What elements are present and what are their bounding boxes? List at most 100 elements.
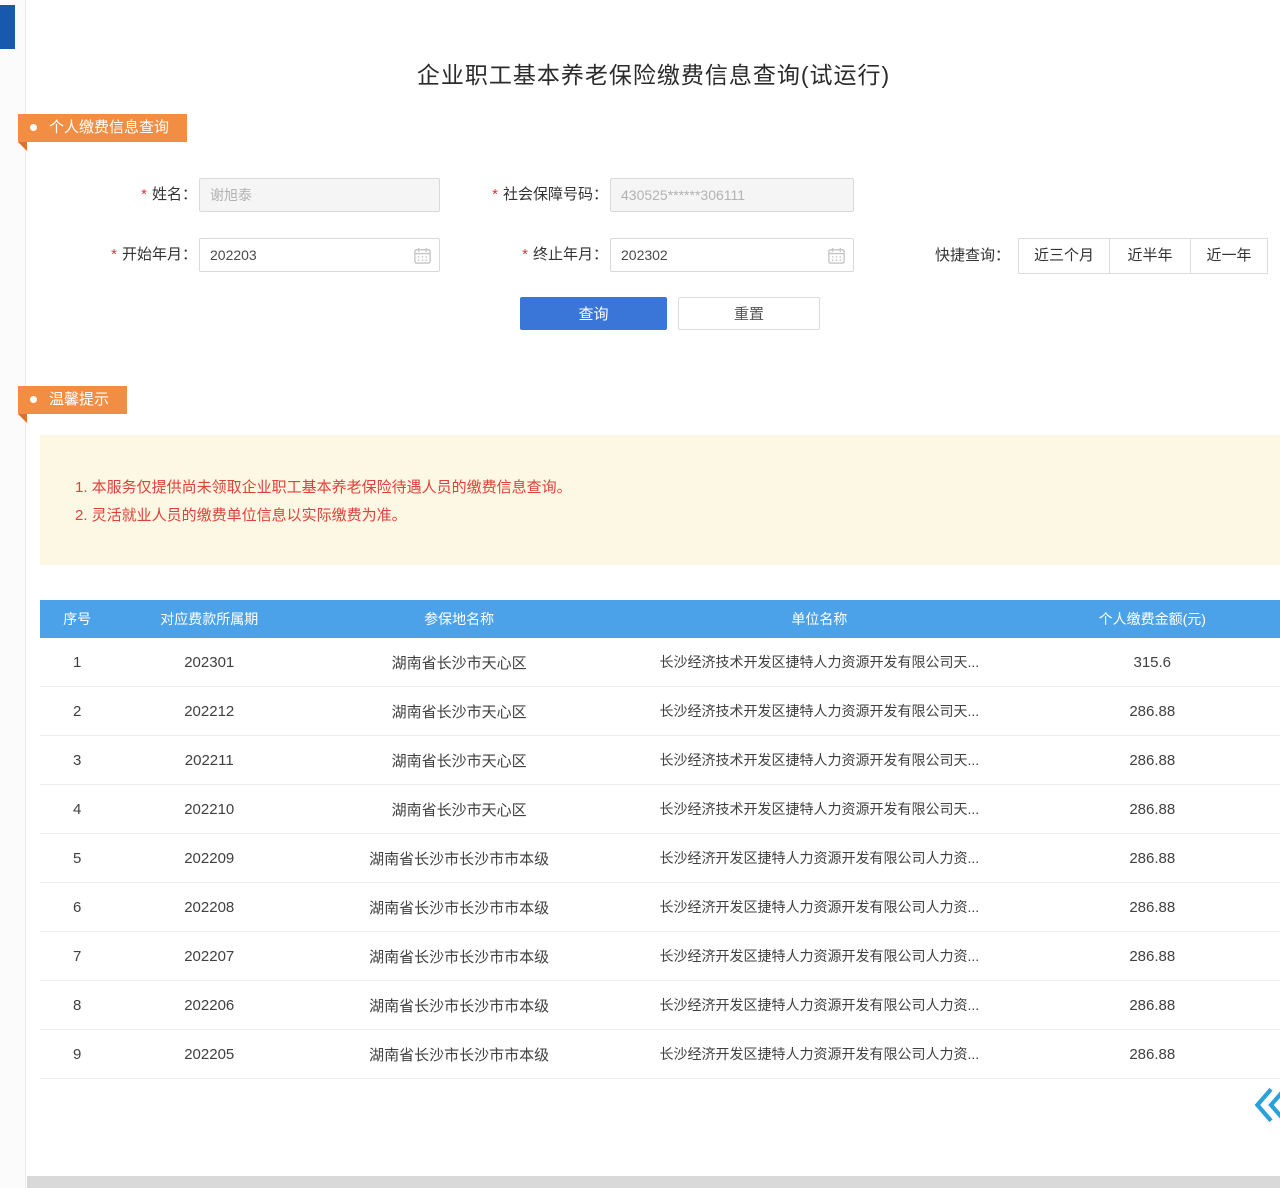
table-row: 4202210湖南省长沙市天心区长沙经济技术开发区捷特人力资源开发有限公司天..…	[40, 785, 1280, 834]
calendar-icon[interactable]	[413, 246, 432, 265]
start-month-value: 202203	[210, 247, 257, 263]
name-label: * 姓名：	[60, 178, 197, 212]
table-cell: 286.88	[1025, 899, 1280, 916]
table-row: 2202212湖南省长沙市天心区长沙经济技术开发区捷特人力资源开发有限公司天..…	[40, 687, 1280, 736]
table-row: 9202205湖南省长沙市长沙市市本级长沙经济开发区捷特人力资源开发有限公司人力…	[40, 1030, 1280, 1079]
table-cell: 湖南省长沙市长沙市市本级	[304, 1044, 614, 1065]
notice-line-1: 1. 本服务仅提供尚未领取企业职工基本养老保险待遇人员的缴费信息查询。	[75, 475, 1260, 500]
quick-range-button-3months[interactable]: 近三个月	[1018, 238, 1110, 274]
table-row: 7202207湖南省长沙市长沙市市本级长沙经济开发区捷特人力资源开发有限公司人力…	[40, 932, 1280, 981]
table-row: 5202209湖南省长沙市长沙市市本级长沙经济开发区捷特人力资源开发有限公司人力…	[40, 834, 1280, 883]
table-row: 3202211湖南省长沙市天心区长沙经济技术开发区捷特人力资源开发有限公司天..…	[40, 736, 1280, 785]
end-month-value: 202302	[621, 247, 668, 263]
table-cell: 286.88	[1025, 997, 1280, 1014]
table-cell: 4	[40, 801, 114, 818]
required-asterisk: *	[111, 246, 117, 263]
table-cell: 202206	[114, 997, 304, 1014]
quick-query-label: 快捷查询：	[928, 238, 1010, 274]
query-button[interactable]: 查询	[520, 297, 667, 330]
ssn-label: * 社会保障号码：	[440, 178, 608, 212]
table-cell: 湖南省长沙市长沙市市本级	[304, 897, 614, 918]
table-cell: 湖南省长沙市天心区	[304, 750, 614, 771]
table-cell: 2	[40, 703, 114, 720]
table-header-cell: 参保地名称	[304, 609, 614, 629]
table-row: 6202208湖南省长沙市长沙市市本级长沙经济开发区捷特人力资源开发有限公司人力…	[40, 883, 1280, 932]
table-header-cell: 个人缴费金额(元)	[1025, 609, 1280, 629]
table-cell: 315.6	[1025, 654, 1280, 671]
end-month-label: * 终止年月：	[450, 238, 608, 272]
table-cell: 长沙经济开发区捷特人力资源开发有限公司人力资...	[614, 995, 1024, 1015]
left-blue-tab	[0, 5, 15, 49]
table-cell: 湖南省长沙市天心区	[304, 799, 614, 820]
horizontal-scrollbar-track[interactable]	[27, 1176, 1280, 1188]
table-row: 1202301湖南省长沙市天心区长沙经济技术开发区捷特人力资源开发有限公司天..…	[40, 638, 1280, 687]
table-cell: 长沙经济开发区捷特人力资源开发有限公司人力资...	[614, 946, 1024, 966]
pension-query-page: 企业职工基本养老保险缴费信息查询(试运行) 个人缴费信息查询 *姓名： 谢旭泰 …	[0, 0, 1280, 1188]
table-cell: 1	[40, 654, 114, 671]
notice-box: 1. 本服务仅提供尚未领取企业职工基本养老保险待遇人员的缴费信息查询。 2. 灵…	[40, 435, 1280, 565]
table-cell: 3	[40, 752, 114, 769]
end-month-input[interactable]: 202302	[610, 238, 854, 272]
table-cell: 202208	[114, 899, 304, 916]
name-label-text: 姓名：	[152, 186, 197, 203]
table-cell: 湖南省长沙市长沙市市本级	[304, 848, 614, 869]
table-cell: 286.88	[1025, 1046, 1280, 1063]
bullet-dot-icon	[30, 396, 37, 403]
table-header-cell: 对应费款所属期	[114, 609, 304, 629]
end-month-label-text: 终止年月：	[533, 246, 608, 263]
table-row: 8202206湖南省长沙市长沙市市本级长沙经济开发区捷特人力资源开发有限公司人力…	[40, 981, 1280, 1030]
table-cell: 202212	[114, 703, 304, 720]
start-month-label: * 开始年月：	[60, 238, 197, 272]
table-cell: 湖南省长沙市长沙市市本级	[304, 995, 614, 1016]
table-header: 序号对应费款所属期参保地名称单位名称个人缴费金额(元)	[40, 600, 1280, 638]
table-cell: 湖南省长沙市天心区	[304, 701, 614, 722]
table-cell: 202301	[114, 654, 304, 671]
required-asterisk: *	[522, 246, 528, 263]
table-header-cell: 单位名称	[614, 609, 1024, 629]
table-cell: 286.88	[1025, 850, 1280, 867]
start-month-label-text: 开始年月：	[122, 246, 197, 263]
required-asterisk: *	[141, 186, 147, 203]
payments-table: 序号对应费款所属期参保地名称单位名称个人缴费金额(元) 1202301湖南省长沙…	[40, 600, 1280, 1079]
page-title: 企业职工基本养老保险缴费信息查询(试运行)	[27, 56, 1280, 90]
table-cell: 长沙经济技术开发区捷特人力资源开发有限公司天...	[614, 799, 1024, 819]
tips-section-badge: 温馨提示	[18, 386, 127, 414]
table-body: 1202301湖南省长沙市天心区长沙经济技术开发区捷特人力资源开发有限公司天..…	[40, 638, 1280, 1079]
tips-badge-label: 温馨提示	[49, 391, 109, 408]
ssn-label-text: 社会保障号码：	[503, 186, 608, 203]
table-cell: 8	[40, 997, 114, 1014]
notice-line-2: 2. 灵活就业人员的缴费单位信息以实际缴费为准。	[75, 503, 1260, 528]
table-cell: 长沙经济开发区捷特人力资源开发有限公司人力资...	[614, 897, 1024, 917]
personal-query-badge-label: 个人缴费信息查询	[49, 119, 169, 136]
quick-range-button-1year[interactable]: 近一年	[1190, 238, 1268, 274]
double-left-chevron-icon[interactable]	[1250, 1085, 1280, 1125]
table-cell: 202205	[114, 1046, 304, 1063]
table-cell: 6	[40, 899, 114, 916]
ssn-input[interactable]: 430525******306111	[610, 178, 854, 212]
table-cell: 长沙经济开发区捷特人力资源开发有限公司人力资...	[614, 1044, 1024, 1064]
bullet-dot-icon	[30, 124, 37, 131]
table-cell: 5	[40, 850, 114, 867]
name-input[interactable]: 谢旭泰	[199, 178, 440, 212]
table-cell: 9	[40, 1046, 114, 1063]
table-cell: 长沙经济开发区捷特人力资源开发有限公司人力资...	[614, 848, 1024, 868]
table-cell: 286.88	[1025, 752, 1280, 769]
table-cell: 202207	[114, 948, 304, 965]
table-cell: 长沙经济技术开发区捷特人力资源开发有限公司天...	[614, 701, 1024, 721]
table-cell: 202209	[114, 850, 304, 867]
table-header-cell: 序号	[40, 609, 114, 629]
table-cell: 长沙经济技术开发区捷特人力资源开发有限公司天...	[614, 750, 1024, 770]
quick-range-button-halfyear[interactable]: 近半年	[1109, 238, 1191, 274]
table-cell: 202211	[114, 752, 304, 769]
table-cell: 7	[40, 948, 114, 965]
table-cell: 202210	[114, 801, 304, 818]
required-asterisk: *	[492, 186, 498, 203]
reset-button[interactable]: 重置	[678, 297, 820, 330]
table-cell: 湖南省长沙市天心区	[304, 652, 614, 673]
table-cell: 湖南省长沙市长沙市市本级	[304, 946, 614, 967]
table-cell: 286.88	[1025, 801, 1280, 818]
start-month-input[interactable]: 202203	[199, 238, 440, 272]
table-cell: 286.88	[1025, 703, 1280, 720]
quick-range-group: 近三个月 近半年 近一年	[1018, 238, 1268, 274]
calendar-icon[interactable]	[827, 246, 846, 265]
